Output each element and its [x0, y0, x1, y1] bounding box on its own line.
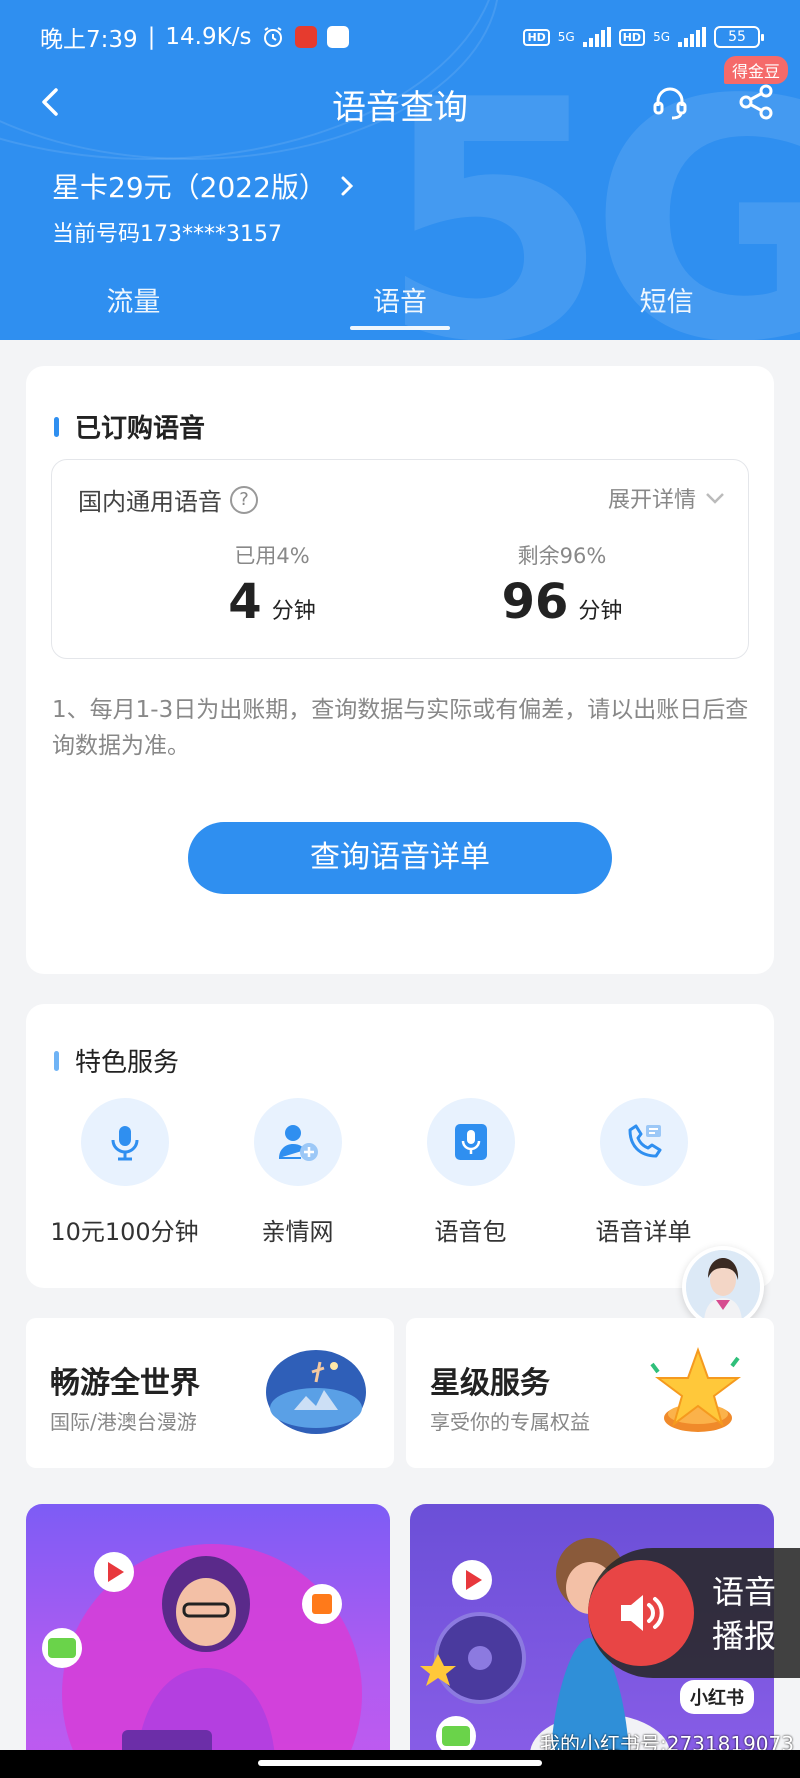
promo-roaming[interactable]: 畅游全世界 国际/港澳台漫游 [26, 1318, 394, 1468]
gold-bean-badge[interactable]: 得金豆 [724, 56, 789, 84]
headset-icon[interactable] [650, 82, 690, 122]
section-marker [54, 1050, 59, 1071]
service-item[interactable]: 语音包 [384, 1098, 557, 1247]
hd-icon: HD [523, 28, 550, 46]
remaining-minutes: 96 [501, 574, 569, 630]
section-title: 特色服务 [54, 1042, 179, 1079]
app-notification-icon [295, 26, 318, 48]
phone-list-icon [628, 1124, 661, 1158]
roaming-illustration [266, 1350, 366, 1434]
used-minutes: 4 [228, 574, 262, 630]
tab-sms[interactable]: 短信 [533, 280, 800, 332]
status-speed: 14.9K/s [165, 24, 252, 50]
service-item[interactable]: 亲情网 [211, 1098, 384, 1247]
assistant-avatar[interactable] [682, 1246, 764, 1328]
signal-icon [582, 27, 611, 47]
services-grid: 10元100分钟 亲情网 语音包 语音详单 [26, 1098, 774, 1247]
section-title: 已订购语音 [54, 408, 205, 445]
chevron-right-icon [341, 176, 354, 196]
video-banner-illustration [42, 1544, 362, 1778]
query-voice-detail-button[interactable]: 查询语音详单 [188, 822, 612, 894]
plan-name: 星卡29元（2022版） [52, 171, 327, 204]
voice-usage-panel: 国内通用语音 ? 展开详情 已用4% 4 分钟 剩余96% 96 分钟 [51, 459, 749, 659]
microphone-icon [111, 1126, 138, 1161]
nav-bar: 语音查询 [0, 72, 800, 132]
network-label: 5G [653, 30, 670, 44]
speaker-icon [621, 1595, 664, 1631]
service-label: 亲情网 [261, 1218, 334, 1246]
promo-subtitle: 国际/港澳台漫游 [50, 1410, 197, 1434]
voice-label-line2: 播报 [711, 1617, 776, 1655]
service-item[interactable]: 语音详单 [557, 1098, 730, 1247]
tab-voice[interactable]: 语音 [267, 280, 534, 332]
remaining-stat: 剩余96% 96 分钟 [452, 540, 672, 630]
section-marker [54, 416, 59, 437]
star-trophy-illustration [650, 1347, 741, 1432]
used-percent: 已用4% [234, 544, 310, 568]
featured-services-card: 特色服务 10元100分钟 亲情网 语音包 语音详单 [26, 1004, 774, 1288]
assistant-avatar-image [686, 1250, 760, 1324]
remaining-unit: 分钟 [578, 599, 623, 624]
hd-icon: HD [618, 28, 646, 46]
battery-icon: 55 [714, 26, 764, 48]
add-user-icon [278, 1125, 318, 1161]
tab-data[interactable]: 流量 [0, 280, 267, 332]
promo-title: 畅游全世界 [50, 1366, 200, 1401]
app-notification-icon [327, 26, 350, 48]
subscribed-voice-card: 已订购语音 国内通用语音 ? 展开详情 已用4% 4 分钟 剩余96% 96 分钟 … [26, 366, 774, 974]
service-label: 语音包 [434, 1218, 507, 1246]
header: 5G 晚上7:39 | 14.9K/s HD 5G HD 5G 55 语音查询 … [0, 0, 800, 340]
current-number: 当前号码173****3157 [52, 222, 282, 247]
voice-pack-icon [454, 1124, 487, 1160]
home-indicator-bar [0, 1750, 800, 1778]
promo-star-service[interactable]: 星级服务 享受你的专属权益 [406, 1318, 774, 1468]
remaining-percent: 剩余96% [517, 544, 607, 568]
status-bar: 晚上7:39 | 14.9K/s HD 5G HD 5G 55 [40, 22, 764, 53]
service-label: 10元100分钟 [50, 1218, 199, 1246]
promo-title: 星级服务 [430, 1366, 550, 1401]
service-label: 语音详单 [595, 1218, 692, 1246]
home-indicator[interactable] [258, 1760, 542, 1766]
used-unit: 分钟 [271, 599, 316, 624]
chevron-down-icon [706, 493, 724, 504]
voice-broadcast-widget[interactable]: 语音 播报 [588, 1548, 800, 1678]
help-icon[interactable]: ? [230, 485, 258, 514]
tab-bar: 流量 语音 短信 [0, 280, 800, 332]
share-icon[interactable] [736, 82, 776, 122]
network-label: 5G [557, 30, 575, 44]
plan-selector[interactable]: 星卡29元（2022版） [52, 166, 357, 206]
signal-icon [678, 27, 706, 47]
billing-note: 1、每月1-3日为出账期，查询数据与实际或有偏差，请以出账日后查询数据为准。 [52, 697, 749, 759]
promo-banner-video[interactable] [26, 1504, 390, 1778]
xiaohongshu-logo: 小红书 [680, 1680, 754, 1714]
service-item[interactable]: 10元100分钟 [38, 1098, 211, 1247]
expand-details[interactable]: 展开详情 [608, 482, 726, 514]
status-time: 晚上7:39 [40, 27, 138, 53]
used-stat: 已用4% 4 分钟 [162, 540, 382, 630]
voice-label-line1: 语音 [711, 1573, 776, 1611]
usage-label: 国内通用语音 ? [78, 482, 258, 517]
promo-subtitle: 享受你的专属权益 [430, 1410, 590, 1434]
alarm-icon [264, 27, 283, 47]
